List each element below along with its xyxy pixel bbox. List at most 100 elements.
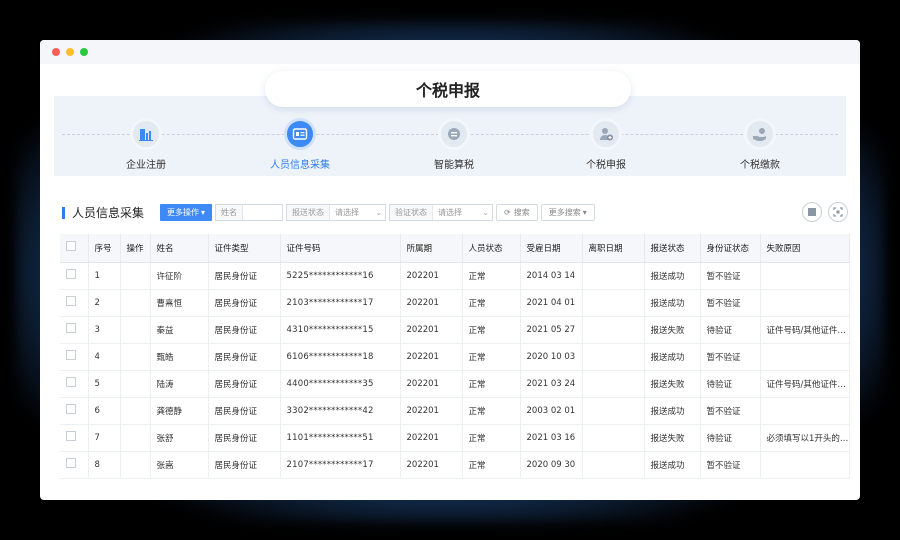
column-settings-icon[interactable] xyxy=(802,202,822,222)
table-row[interactable]: 1 许征阶 居民身份证 5225************16 202201 正常 2014 … xyxy=(60,262,850,290)
select-all-checkbox[interactable] xyxy=(60,234,89,263)
table-row[interactable]: 2 曹熹恒 居民身份证 2103************17 202201 正常 2021 … xyxy=(60,289,850,317)
step-tax-declare[interactable]: 个税申报 xyxy=(556,118,656,171)
row-checkbox[interactable] xyxy=(60,343,89,371)
cell-leave-date xyxy=(582,343,645,371)
chevron-down-icon: ▾ xyxy=(582,207,587,217)
col-header: 受雇日期 xyxy=(520,234,583,263)
more-search-button[interactable]: 更多搜索 ▾ xyxy=(540,203,595,221)
table-header: 序号 操作 姓名 证件类型 证件号码 所属期 人员状态 受雇日期 离职日期 报送… xyxy=(60,234,850,263)
cell-no: 6 xyxy=(88,397,121,425)
more-ops-button[interactable]: 更多操作 ▾ xyxy=(160,203,213,221)
cell-reason xyxy=(760,262,850,290)
section-accent-bar xyxy=(62,206,65,219)
refresh-icon: ⟳ xyxy=(504,207,511,217)
cell-id-type: 居民身份证 xyxy=(208,451,281,479)
cell-verify: 待验证 xyxy=(700,370,761,398)
cell-period: 202201 xyxy=(400,424,463,452)
step-personnel-info[interactable]: 人员信息采集 xyxy=(250,118,350,171)
cell-name: 龚德静 xyxy=(150,397,209,425)
cell-reason: 证件号码/其他证件… xyxy=(760,316,850,344)
verify-status-select[interactable]: 请选择 xyxy=(433,207,467,218)
row-checkbox[interactable] xyxy=(60,289,89,317)
building-chart-icon xyxy=(130,118,162,150)
step-label: 个税缴款 xyxy=(740,160,780,171)
verify-status-label: 验证状态 xyxy=(390,204,434,220)
cell-name: 许征阶 xyxy=(150,262,209,290)
cell-status: 正常 xyxy=(462,343,521,371)
cell-leave-date xyxy=(582,397,645,425)
step-company-register[interactable]: 企业注册 xyxy=(96,118,196,171)
close-window-button[interactable] xyxy=(52,48,60,56)
user-plus-icon xyxy=(590,118,622,150)
col-header: 证件类型 xyxy=(208,234,281,263)
cell-period: 202201 xyxy=(400,451,463,479)
col-header: 报送状态 xyxy=(644,234,701,263)
cell-report: 报送成功 xyxy=(644,262,701,290)
cell-leave-date xyxy=(582,289,645,317)
cell-hire-date: 2021 03 24 xyxy=(520,370,583,398)
cell-report: 报送失败 xyxy=(644,370,701,398)
col-header: 序号 xyxy=(88,234,121,263)
step-tax-payment[interactable]: 个税缴款 xyxy=(710,118,810,171)
cell-verify: 待验证 xyxy=(700,424,761,452)
table-row[interactable]: 4 甄皓 居民身份证 6106************18 202201 正常 2020 1… xyxy=(60,343,850,371)
cell-status: 正常 xyxy=(462,424,521,452)
row-checkbox[interactable] xyxy=(60,451,89,479)
step-smart-tax-calc[interactable]: 智能算税 xyxy=(404,118,504,171)
col-header: 人员状态 xyxy=(462,234,521,263)
table-row[interactable]: 7 张舒 居民身份证 1101************51 202201 正常 2021 0… xyxy=(60,424,850,452)
cell-no: 3 xyxy=(88,316,121,344)
cell-op xyxy=(120,424,151,452)
verify-status-filter[interactable]: 验证状态 请选择 ⌄ xyxy=(389,203,494,221)
cell-verify: 待验证 xyxy=(700,316,761,344)
cell-id-no: 6106************18 xyxy=(280,343,401,371)
cell-no: 5 xyxy=(88,370,121,398)
cell-report: 报送成功 xyxy=(644,289,701,317)
cell-leave-date xyxy=(582,262,645,290)
cell-id-type: 居民身份证 xyxy=(208,289,281,317)
cell-id-type: 居民身份证 xyxy=(208,424,281,452)
row-checkbox[interactable] xyxy=(60,262,89,290)
report-status-select[interactable]: 请选择 xyxy=(330,207,364,218)
more-search-label: 更多搜索 xyxy=(548,207,581,217)
minimize-window-button[interactable] xyxy=(66,48,74,56)
cell-id-no: 4310************15 xyxy=(280,316,401,344)
cell-name: 陆涛 xyxy=(150,370,209,398)
cell-no: 2 xyxy=(88,289,121,317)
cell-reason: 必须填写以1开头的… xyxy=(760,424,850,452)
report-status-filter[interactable]: 报送状态 请选择 ⌄ xyxy=(286,203,387,221)
search-button[interactable]: ⟳ 搜索 xyxy=(496,203,538,221)
cell-op xyxy=(120,289,151,317)
cell-id-no: 2107************17 xyxy=(280,451,401,479)
cell-reason: 证件号码/其他证件… xyxy=(760,370,850,398)
page-title: 个税申报 xyxy=(265,71,631,107)
cell-op xyxy=(120,262,151,290)
cell-period: 202201 xyxy=(400,316,463,344)
cell-verify: 暂不验证 xyxy=(700,397,761,425)
cell-name: 张舒 xyxy=(150,424,209,452)
table-row[interactable]: 8 张嵩 居民身份证 2107************17 202201 正常 2020 0… xyxy=(60,451,850,479)
cell-hire-date: 2021 04 01 xyxy=(520,289,583,317)
chevron-down-icon: ⌄ xyxy=(375,207,383,217)
cell-no: 7 xyxy=(88,424,121,452)
row-checkbox[interactable] xyxy=(60,424,89,452)
table-row[interactable]: 6 龚德静 居民身份证 3302************42 202201 正常 2003 … xyxy=(60,397,850,425)
cell-id-type: 居民身份证 xyxy=(208,343,281,371)
fullscreen-icon[interactable] xyxy=(828,202,848,222)
cell-hire-date: 2020 10 03 xyxy=(520,343,583,371)
row-checkbox[interactable] xyxy=(60,316,89,344)
cell-leave-date xyxy=(582,451,645,479)
search-label: 搜索 xyxy=(513,207,530,217)
table-row[interactable]: 3 秦益 居民身份证 4310************15 202201 正常 2021 0… xyxy=(60,316,850,344)
row-checkbox[interactable] xyxy=(60,370,89,398)
cell-no: 4 xyxy=(88,343,121,371)
row-checkbox[interactable] xyxy=(60,397,89,425)
cell-verify: 暂不验证 xyxy=(700,262,761,290)
step-label: 人员信息采集 xyxy=(270,160,330,171)
cell-report: 报送成功 xyxy=(644,343,701,371)
cell-id-type: 居民身份证 xyxy=(208,397,281,425)
cell-id-no: 1101************51 xyxy=(280,424,401,452)
table-row[interactable]: 5 陆涛 居民身份证 4400************35 202201 正常 2021 0… xyxy=(60,370,850,398)
maximize-window-button[interactable] xyxy=(80,48,88,56)
